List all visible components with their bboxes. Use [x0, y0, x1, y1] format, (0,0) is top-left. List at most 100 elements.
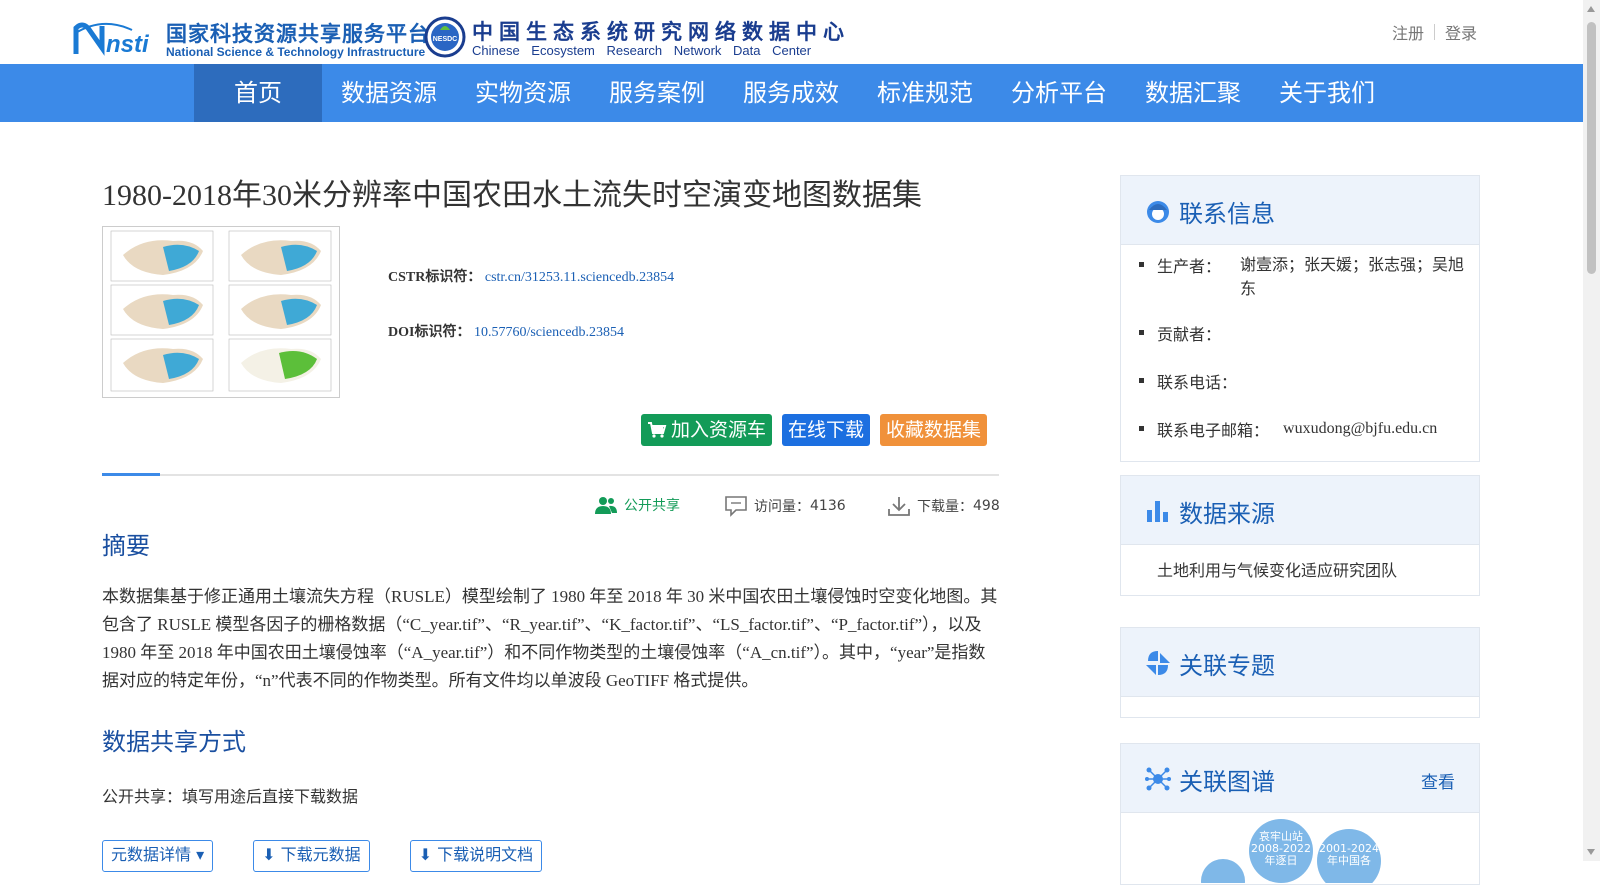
- share-label: 公开共享: [624, 498, 680, 514]
- online-download-button[interactable]: 在线下载: [782, 414, 871, 446]
- topics-panel-title: 关联专题: [1179, 652, 1275, 680]
- producer-key: 生产者：: [1157, 257, 1222, 276]
- logo1-en-text: National Science & Technology Infrastruc…: [166, 45, 426, 59]
- nav-item-analysis-platform[interactable]: 分析平台: [992, 64, 1126, 122]
- producer-value: 谢壹添；张天媛；张志强；吴旭东: [1240, 255, 1465, 298]
- topics-panel-header: 关联专题: [1121, 628, 1479, 697]
- auth-links: 注册 登录: [1392, 20, 1477, 44]
- nsti-logo[interactable]: nsti 国家科技资源共享服务平台 National Science & Tec…: [72, 18, 429, 60]
- visit-value: 4136: [810, 498, 846, 514]
- scrollbar-thumb[interactable]: [1587, 22, 1596, 274]
- contact-panel-header: 联系信息: [1121, 176, 1479, 245]
- download-small-icon-2: ⬇: [418, 845, 433, 864]
- topics-panel: 关联专题: [1120, 627, 1480, 718]
- nav-item-data-resources[interactable]: 数据资源: [322, 64, 456, 122]
- list-item: 联系电子邮箱： wuxudong@bjfu.edu.cn: [1139, 417, 1479, 445]
- add-to-cart-label: 加入资源车: [671, 419, 767, 441]
- svg-text:nsti: nsti: [106, 31, 150, 56]
- chevron-down-icon: ▾: [196, 845, 205, 864]
- person-icon: [1147, 201, 1169, 223]
- page-scrollbar[interactable]: [1583, 0, 1600, 861]
- list-item: 贡献者：: [1139, 321, 1479, 349]
- nav-item-home[interactable]: 首页: [194, 64, 322, 122]
- sharing-heading: 数据共享方式: [102, 728, 246, 756]
- action-buttons: 加入资源车 在线下载 收藏数据集: [641, 414, 988, 446]
- nesdc-logo[interactable]: NESDC 中国生态系统研究网络数据中心 Chinese Ecosystem R…: [424, 16, 844, 60]
- list-item: 生产者： 谢壹添；张天媛；张志强；吴旭东: [1139, 253, 1479, 301]
- cart-icon: [648, 422, 667, 438]
- cstr-link[interactable]: cstr.cn/31253.11.sciencedb.23854: [485, 270, 674, 285]
- metadata-details-button[interactable]: 元数据详情 ▾: [102, 840, 214, 872]
- graph-node-2[interactable]: 2001-2024年中国各: [1317, 829, 1381, 883]
- share-status: 公开共享: [594, 495, 680, 515]
- source-panel-header: 数据来源: [1121, 476, 1479, 545]
- contributor-key: 贡献者：: [1157, 325, 1222, 344]
- contact-panel-title: 联系信息: [1179, 200, 1275, 228]
- auth-divider: [1433, 24, 1435, 40]
- main-nav: 首页 数据资源 实物资源 服务案例 服务成效 标准规范 分析平台 数据汇聚 关于…: [0, 64, 1583, 122]
- phone-key: 联系电话：: [1157, 373, 1238, 392]
- metadata-buttons: 元数据详情 ▾ ⬇ 下载元数据 ⬇ 下载说明文档: [102, 840, 543, 872]
- visit-count: 访问量： 4136: [724, 495, 846, 517]
- source-panel: 数据来源 土地利用与气候变化适应研究团队: [1120, 475, 1480, 596]
- scroll-up-arrow-icon[interactable]: [1587, 6, 1595, 12]
- contact-panel: 联系信息 生产者： 谢壹添；张天媛；张志强；吴旭东 贡献者： 联系电话： 联系电子…: [1120, 175, 1480, 462]
- graph-panel-header: 关联图谱 查看: [1121, 744, 1479, 813]
- svg-text:NESDC: NESDC: [433, 36, 458, 43]
- network-icon: [1145, 767, 1171, 791]
- dataset-title: 1980-2018年30米分辨率中国农田水土流失时空演变地图数据集: [102, 179, 922, 212]
- source-text: 土地利用与气候变化适应研究团队: [1157, 561, 1398, 580]
- graph-canvas: 哀牢山站2008-2022年逐日 2001-2024年中国各: [1121, 813, 1479, 883]
- add-to-cart-button[interactable]: 加入资源车: [641, 414, 773, 446]
- doi-link[interactable]: 10.57760/sciencedb.23854: [474, 325, 624, 340]
- download-doc-button[interactable]: ⬇ 下载说明文档: [409, 840, 543, 872]
- nav-item-data-aggregation[interactable]: 数据汇聚: [1126, 64, 1260, 122]
- dataset-thumbnail-image: [110, 230, 332, 392]
- download-doc-label: 下载说明文档: [437, 845, 534, 864]
- list-item: 联系电话：: [1139, 369, 1479, 397]
- graph-panel: 关联图谱 查看 哀牢山站2008-2022年逐日 2001-2024年中国各: [1120, 743, 1480, 885]
- graph-panel-title: 关联图谱: [1179, 768, 1275, 796]
- download-label: 下载量：: [917, 499, 973, 515]
- download-metadata-button[interactable]: ⬇ 下载元数据: [253, 840, 370, 872]
- download-count: 下载量： 498: [887, 495, 1000, 517]
- view-graph-link[interactable]: 查看: [1421, 768, 1455, 793]
- nav-item-about-us[interactable]: 关于我们: [1260, 64, 1394, 122]
- login-link[interactable]: 登录: [1445, 20, 1477, 44]
- cstr-row: CSTR标识符： cstr.cn/31253.11.sciencedb.2385…: [388, 266, 674, 286]
- sharing-text: 公开共享：填写用途后直接下载数据: [102, 787, 359, 806]
- download-icon: [888, 497, 910, 516]
- source-panel-title: 数据来源: [1179, 500, 1275, 528]
- site-header: nsti 国家科技资源共享服务平台 National Science & Tec…: [0, 0, 1583, 64]
- doi-label: DOI标识符：: [388, 325, 471, 340]
- nav-item-physical-resources[interactable]: 实物资源: [456, 64, 590, 122]
- abstract-text: 本数据集基于修正通用土壤流失方程（RUSLE）模型绘制了 1980 年至 201…: [102, 587, 998, 690]
- tab-underline: [102, 473, 999, 476]
- email-key: 联系电子邮箱：: [1157, 421, 1270, 440]
- graph-node-3[interactable]: [1201, 859, 1245, 883]
- favorite-dataset-button[interactable]: 收藏数据集: [880, 414, 988, 446]
- download-metadata-label: 下载元数据: [280, 845, 361, 864]
- bar-chart-icon: [1147, 501, 1168, 522]
- nav-item-service-cases[interactable]: 服务案例: [590, 64, 724, 122]
- logo1-cn-text: 国家科技资源共享服务平台: [166, 23, 430, 46]
- email-value[interactable]: wuxudong@bjfu.edu.cn: [1269, 417, 1437, 445]
- logo2-cn-text: 中国生态系统研究网络数据中心: [472, 21, 850, 44]
- nsti-logo-icon: nsti: [73, 22, 150, 56]
- active-tab-indicator: [102, 473, 160, 476]
- nesdc-seal-icon: NESDC: [424, 16, 466, 58]
- dataset-thumbnail[interactable]: [102, 226, 340, 398]
- topics-icon: [1146, 651, 1170, 675]
- graph-node-1[interactable]: 哀牢山站2008-2022年逐日: [1249, 819, 1313, 883]
- abstract-heading: 摘要: [102, 532, 150, 560]
- visit-label: 访问量：: [754, 499, 810, 515]
- nav-item-standards[interactable]: 标准规范: [858, 64, 992, 122]
- nav-items: 首页 数据资源 实物资源 服务案例 服务成效 标准规范 分析平台 数据汇聚 关于…: [194, 64, 1394, 122]
- comment-icon: [725, 496, 747, 517]
- download-small-icon: ⬇: [262, 845, 276, 864]
- doi-row: DOI标识符： 10.57760/sciencedb.23854: [388, 321, 624, 341]
- scroll-down-arrow-icon[interactable]: [1587, 849, 1595, 855]
- register-link[interactable]: 注册: [1392, 20, 1424, 44]
- metadata-details-label: 元数据详情: [111, 845, 192, 864]
- nav-item-service-results[interactable]: 服务成效: [724, 64, 858, 122]
